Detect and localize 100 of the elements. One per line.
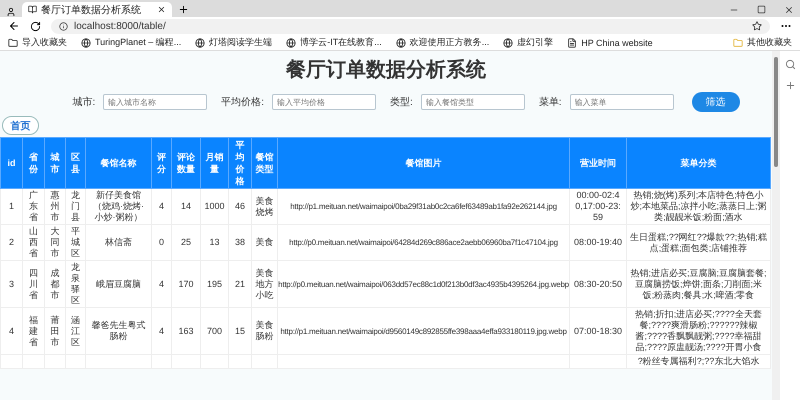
review-count-cell: 163 xyxy=(172,308,200,354)
average-price-cell: 38 xyxy=(228,224,252,260)
filter-input[interactable]: 输入城市名称 xyxy=(103,94,208,110)
menu-category-cell: 热销;折扣;进店必买;????全天套餐;????爽滑肠粉;??????辣椒酱;????香飘飘靓粥;????幸福甜品;????原盅靓汤;????开胃小食 xyxy=(626,308,770,354)
profile-icon[interactable] xyxy=(6,7,16,17)
bookmark-item[interactable]: 欢迎使用正方教务... xyxy=(396,36,490,49)
menu-category-cell: 热销;烧(烤)系列;本店特色;特色小炒;本地菜品;凉拌小吃;蒸蒸日上;粥类;靓靓米饭;粉面;酒水 xyxy=(626,188,770,224)
city-cell: 成都市 xyxy=(44,260,66,308)
id-cell: 3 xyxy=(0,260,22,308)
review-count-cell: 25 xyxy=(172,224,200,260)
column-header: 餐馆图片 xyxy=(278,138,570,188)
id-cell: 4 xyxy=(0,308,22,354)
city-cell: 莆田市 xyxy=(44,308,66,354)
restaurant-type-cell: 美食烧烤 xyxy=(252,188,278,224)
restaurant-type-cell: 美食肠粉 xyxy=(252,308,278,354)
filter-label: 菜单: xyxy=(538,96,562,109)
district-cell: 龙泉驿区 xyxy=(66,260,86,308)
monthly-sales-cell: 700 xyxy=(200,308,228,354)
back-icon[interactable] xyxy=(8,20,20,32)
business-hours-cell: 00:00-02:40,17:00-23:59 xyxy=(570,188,626,224)
restaurant-type-cell: 美食地方小吃 xyxy=(252,260,278,308)
image-url-cell: http://p1.meituan.net/waimaipoi/0ba29f31ab0c2ca6fef63489ab1fa92e262144.jpg xyxy=(278,188,570,224)
scrollbar-thumb[interactable] xyxy=(774,57,778,167)
bookmark-item[interactable]: 虚幻引擎 xyxy=(503,36,554,49)
business-hours-cell: 08:30-20:50 xyxy=(570,260,626,308)
search-icon[interactable] xyxy=(784,59,796,70)
restaurant-name-cell: 林信斋 xyxy=(86,224,152,260)
tab-title: 餐厅订单数据分析系统 xyxy=(41,4,142,16)
monthly-sales-cell: 195 xyxy=(200,260,228,308)
average-price-cell: 15 xyxy=(228,308,252,354)
review-count-cell: 14 xyxy=(172,188,200,224)
filter-input[interactable]: 输入餐馆类型 xyxy=(420,94,525,110)
column-header: 区县 xyxy=(66,138,86,188)
menu-category-cell: 生日蛋糕;??网红??爆款??;热销;糕点;蛋糕;面包类;店铺推荐 xyxy=(626,224,770,260)
image-url-cell: http://p1.meituan.net/waimaipoi/d9560149c892855ffe398aaa4effa933180119.jpg.webp xyxy=(278,308,570,354)
browser-tab[interactable]: 餐厅订单数据分析系统 xyxy=(22,2,172,17)
favorite-icon[interactable] xyxy=(752,21,762,31)
address-bar[interactable]: localhost:8000/table/ xyxy=(51,18,770,34)
bookmark-folder[interactable]: 其他收藏夹 xyxy=(733,36,792,49)
business-hours-cell: 08:00-19:40 xyxy=(570,224,626,260)
globe-icon xyxy=(195,38,206,48)
filter-label: 城市: xyxy=(72,96,96,109)
id-cell: 2 xyxy=(0,224,22,260)
add-icon[interactable] xyxy=(784,80,796,91)
page-title: 餐厅订单数据分析系统 xyxy=(285,58,487,83)
column-header: 城市 xyxy=(44,138,66,188)
url-text: localhost:8000/table/ xyxy=(74,20,166,32)
menu-category-cell: 热销;进店必买;豆腐脑;豆腐脑套餐;豆腐脑捞饭;烨饼;面条;刀削面;米饭;粉蒸肉;餐具;水;啤酒;零食 xyxy=(626,260,770,308)
restaurant-name-cell: 馨爸先生粤式肠粉 xyxy=(86,308,152,354)
refresh-icon[interactable] xyxy=(30,20,41,32)
district-cell: 龙门县 xyxy=(66,188,86,224)
bookmark-item[interactable]: HP China website xyxy=(567,38,653,48)
province-cell: 山西省 xyxy=(22,224,44,260)
info-icon xyxy=(59,22,68,30)
average-price-cell: 46 xyxy=(228,188,252,224)
filter-button[interactable]: 筛选 xyxy=(692,92,740,112)
globe-icon xyxy=(396,38,406,48)
review-count-cell: 170 xyxy=(172,260,200,308)
close-icon[interactable] xyxy=(157,5,166,14)
image-url-cell: http://p0.meituan.net/waimaipoi/063dd57ec88c1d0f213b0df3ac4935b4395264.jpg.webp xyxy=(278,260,570,308)
filter-input[interactable]: 输入菜单 xyxy=(570,94,674,110)
bookmark-item[interactable]: TuringPlanet – 编程... xyxy=(81,36,182,49)
bookmark-item[interactable]: 灯塔阅读学生端 xyxy=(195,36,272,49)
filter-label: 平均价格: xyxy=(221,96,264,109)
new-tab-icon[interactable] xyxy=(178,4,189,15)
maximize-icon[interactable] xyxy=(757,4,766,14)
globe-icon xyxy=(81,38,91,48)
column-header: 营业时间 xyxy=(570,138,626,188)
bookmark-item[interactable]: 导入收藏夹 xyxy=(8,36,67,49)
close-icon[interactable] xyxy=(784,4,794,14)
image-url-cell: http://p0.meituan.net/waimaipoi/64284d269c886ace2aebb06960ba7f1c47104.jpg xyxy=(278,224,570,260)
city-cell: 惠州市 xyxy=(44,188,66,224)
province-cell: 广东省 xyxy=(22,188,44,224)
restaurant-type-cell: 美食 xyxy=(252,224,278,260)
province-cell: 福建省 xyxy=(22,308,44,354)
bookmark-item[interactable]: 博学云-IT在线教育... xyxy=(286,36,382,49)
column-header: 平均价格 xyxy=(228,138,252,188)
column-header: 餐馆类型 xyxy=(252,138,278,188)
column-header: 月销量 xyxy=(200,138,228,188)
id-cell: 1 xyxy=(0,188,22,224)
rating-cell: 4 xyxy=(152,260,172,308)
rating-cell: 4 xyxy=(152,188,172,224)
city-cell: 大同市 xyxy=(44,224,66,260)
restaurant-name-cell: 新仔美食馆（烧鸡·烧烤·小炒·粥粉） xyxy=(86,188,152,224)
column-header: id xyxy=(0,138,22,188)
column-header: 评分 xyxy=(152,138,172,188)
column-header: 菜单分类 xyxy=(626,138,770,188)
globe-icon xyxy=(503,38,514,48)
district-cell: 涵江区 xyxy=(66,308,86,354)
business-hours-cell: 07:00-18:30 xyxy=(570,308,626,354)
filter-label: 类型: xyxy=(390,96,413,109)
rating-cell: 4 xyxy=(152,308,172,354)
column-header: 餐馆名称 xyxy=(86,138,152,188)
filter-input[interactable]: 输入平均价格 xyxy=(272,94,376,110)
average-price-cell: 21 xyxy=(228,260,252,308)
menu-category-cell: ?粉丝专属福利?;??东北大馅水 xyxy=(626,354,770,368)
column-header: 评论数量 xyxy=(172,138,200,188)
monthly-sales-cell: 13 xyxy=(200,224,228,260)
district-cell: 平城区 xyxy=(66,224,86,260)
home-button[interactable]: 首页 xyxy=(2,116,39,135)
